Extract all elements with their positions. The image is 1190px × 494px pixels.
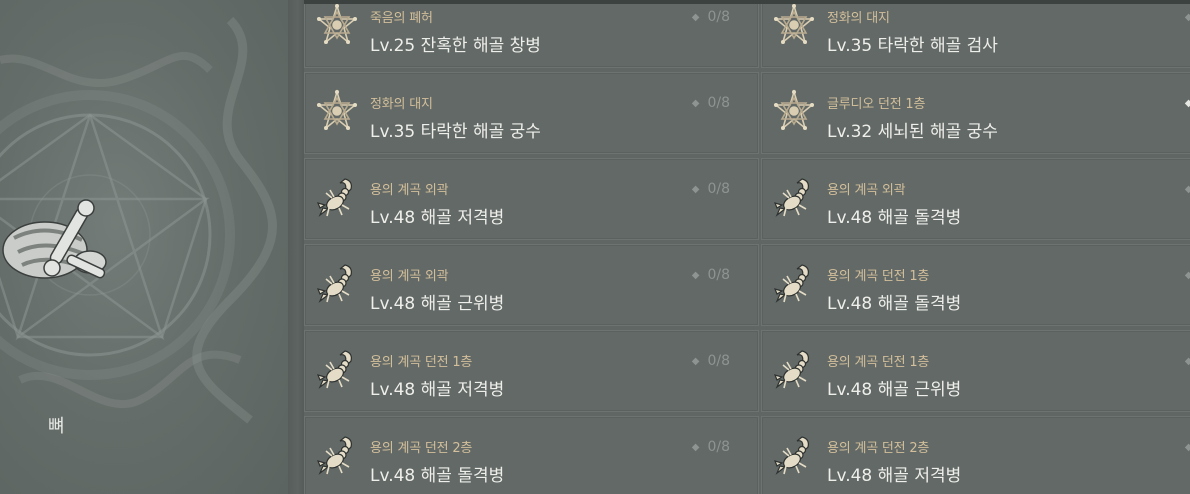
monster-name: Lv.48 해골 근위병 [370,294,505,314]
monster-name: Lv.48 해골 돌격병 [827,294,962,314]
panel-divider [288,0,304,494]
collection-progress: ◆ 0/8 [692,439,730,455]
collection-progress: ◆0/8 [1185,181,1190,197]
scorpion-icon [315,261,359,305]
diamond-icon: ◆ [1184,98,1190,109]
monster-card[interactable]: 죽음의 폐허 Lv.25 잔혹한 해골 창병 ◆ 0/8 [304,0,759,68]
collection-progress: ◆0/8 [1185,267,1190,283]
monster-location: 용의 계곡 던전 1층 [827,355,930,370]
monster-location: 용의 계곡 던전 2층 [370,441,473,456]
scorpion-icon [772,433,816,477]
monster-card[interactable]: 용의 계곡 던전 2층 Lv.48 해골 돌격병 ◆ 0/8 [304,416,759,494]
monster-name: Lv.48 해골 저격병 [370,380,505,400]
collection-progress: ◆0/8 [1185,353,1190,369]
diamond-icon: ◆ [1184,12,1190,23]
monster-location: 용의 계곡 던전 1층 [827,269,930,284]
scorpion-icon [772,347,816,391]
monster-name: Lv.25 잔혹한 해골 창병 [370,36,541,56]
diamond-icon: ◆ [691,442,700,453]
diamond-icon: ◆ [1184,356,1190,367]
monster-location: 용의 계곡 던전 1층 [370,355,473,370]
progress-value: 0/8 [707,353,730,369]
diamond-icon: ◆ [1184,442,1190,453]
rune-star-icon [315,89,359,133]
scorpion-icon [772,261,816,305]
monster-name: Lv.48 해골 돌격병 [370,466,505,486]
monster-name: Lv.48 해골 저격병 [827,466,962,486]
progress-value: 0/8 [707,181,730,197]
diamond-icon: ◆ [691,184,700,195]
diamond-icon: ◆ [691,12,700,23]
monster-location: 죽음의 폐허 [370,11,433,26]
scorpion-icon [315,347,359,391]
monster-card[interactable]: 용의 계곡 던전 2층 Lv.48 해골 저격병 ◆0/8 [761,416,1190,494]
monster-location: 용의 계곡 외곽 [370,183,449,198]
collection-progress: ◆ 0/8 [692,9,730,25]
collection-progress: ◆ 0/8 [692,267,730,283]
monster-location: 용의 계곡 외곽 [827,183,906,198]
monster-card[interactable]: 글루디오 던전 1층 Lv.32 세뇌된 해골 궁수 ◆6/8 [761,72,1190,154]
scorpion-icon [315,433,359,477]
collection-progress: ◆0/8 [1185,439,1190,455]
monster-card[interactable]: 정화의 대지 Lv.35 타락한 해골 검사 ◆0/8 [761,0,1190,68]
monster-card[interactable]: 용의 계곡 던전 1층 Lv.48 해골 근위병 ◆0/8 [761,330,1190,412]
monster-card[interactable]: 용의 계곡 외곽 Lv.48 해골 근위병 ◆ 0/8 [304,244,759,326]
category-label: 뼈 [48,416,65,437]
monster-location: 용의 계곡 던전 2층 [827,441,930,456]
diamond-icon: ◆ [691,356,700,367]
rune-star-icon [315,3,359,47]
collection-progress: ◆6/8 [1185,95,1190,111]
progress-value: 0/8 [707,9,730,25]
monster-location: 정화의 대지 [827,11,890,26]
progress-value: 0/8 [707,439,730,455]
collection-progress: ◆ 0/8 [692,353,730,369]
collection-progress: ◆0/8 [1185,9,1190,25]
rune-star-icon [772,89,816,133]
progress-value: 0/8 [707,95,730,111]
monster-card[interactable]: 용의 계곡 외곽 Lv.48 해골 돌격병 ◆0/8 [761,158,1190,240]
collection-progress: ◆ 0/8 [692,181,730,197]
monster-card[interactable]: 용의 계곡 던전 1층 Lv.48 해골 저격병 ◆ 0/8 [304,330,759,412]
scorpion-icon [772,175,816,219]
category-panel: 뼈 [0,0,288,494]
monster-card[interactable]: 용의 계곡 던전 1층 Lv.48 해골 돌격병 ◆0/8 [761,244,1190,326]
diamond-icon: ◆ [1184,270,1190,281]
monster-location: 글루디오 던전 1층 [827,97,926,112]
monster-name: Lv.48 해골 근위병 [827,380,962,400]
monster-location: 정화의 대지 [370,97,433,112]
top-border [304,0,1190,4]
monster-collection-grid: 죽음의 폐허 Lv.25 잔혹한 해골 창병 ◆ 0/8 정화의 대지 Lv.35 타락한… [304,0,1190,494]
monster-name: Lv.35 타락한 해골 궁수 [370,122,541,142]
collection-progress: ◆ 0/8 [692,95,730,111]
monster-name: Lv.48 해골 돌격병 [827,208,962,228]
monster-name: Lv.32 세뇌된 해골 궁수 [827,122,998,142]
diamond-icon: ◆ [691,98,700,109]
monster-location: 용의 계곡 외곽 [370,269,449,284]
monster-name: Lv.35 타락한 해골 검사 [827,36,998,56]
monster-card[interactable]: 용의 계곡 외곽 Lv.48 해골 저격병 ◆ 0/8 [304,158,759,240]
diamond-icon: ◆ [1184,184,1190,195]
skeleton-bones-icon [2,199,107,279]
progress-value: 0/8 [707,267,730,283]
diamond-icon: ◆ [691,270,700,281]
monster-card[interactable]: 정화의 대지 Lv.35 타락한 해골 궁수 ◆ 0/8 [304,72,759,154]
monster-name: Lv.48 해골 저격병 [370,208,505,228]
scorpion-icon [315,175,359,219]
rune-star-icon [772,3,816,47]
